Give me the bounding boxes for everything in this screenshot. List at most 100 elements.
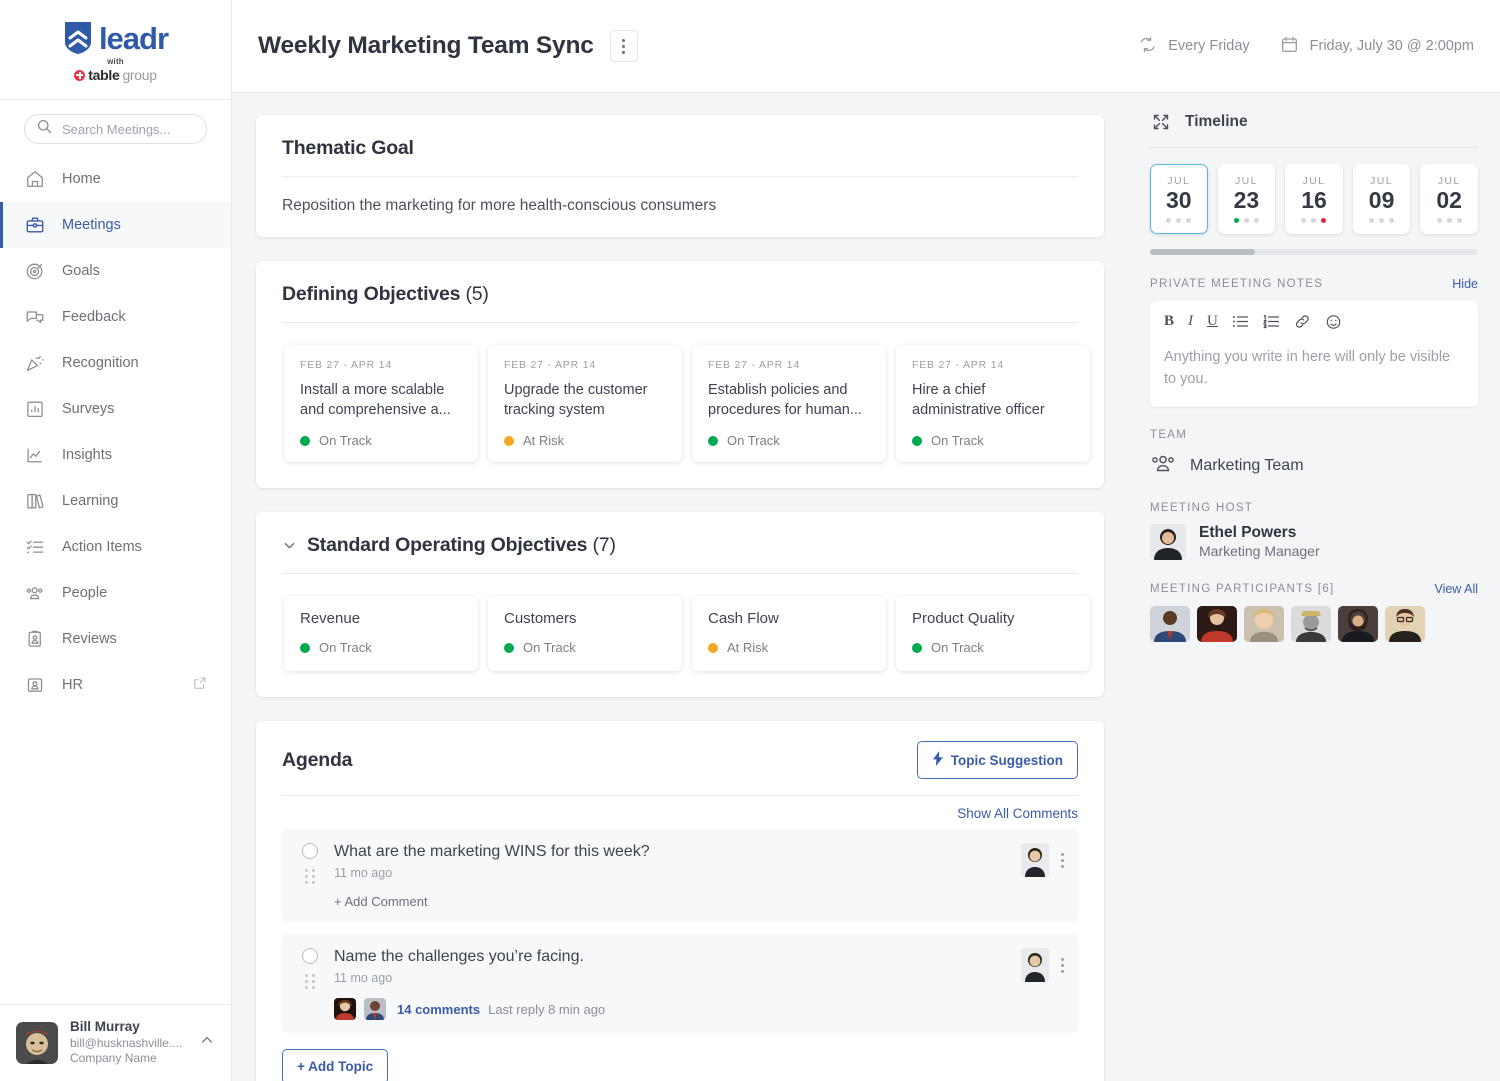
commenter-avatar (364, 998, 386, 1020)
topbar: Weekly Marketing Team Sync Every Friday (232, 0, 1500, 93)
avatar[interactable] (1150, 606, 1190, 642)
add-comment-link[interactable]: + Add Comment (334, 894, 1011, 909)
link-icon[interactable] (1294, 314, 1311, 329)
search-box[interactable] (24, 114, 207, 144)
timeline-scrollbar[interactable] (1150, 249, 1478, 255)
timeline-month: JUL (1235, 175, 1258, 187)
avatar[interactable] (1385, 606, 1425, 642)
timeline-dates[interactable]: JUL 30 JUL 23 JUL 16 JU (1150, 164, 1478, 234)
sidebar-item-recognition[interactable]: Recognition (0, 340, 231, 386)
objective-date: FEB 27 - APR 14 (708, 359, 870, 371)
timeline-month: JUL (1167, 175, 1190, 187)
sidebar-item-feedback[interactable]: Feedback (0, 294, 231, 340)
user-profile[interactable]: Bill Murray bill@husknashville.... Compa… (0, 1004, 231, 1081)
soo-card[interactable]: Customers On Track (488, 596, 682, 671)
soo-card[interactable]: Revenue On Track (284, 596, 478, 671)
expand-icon[interactable] (1150, 111, 1172, 133)
meeting-host-label: MEETING HOST (1150, 502, 1478, 514)
view-all-participants-link[interactable]: View All (1434, 582, 1478, 596)
meeting-host-row[interactable]: Ethel Powers Marketing Manager (1150, 524, 1478, 560)
profile-text: Bill Murray bill@husknashville.... Compa… (70, 1019, 187, 1067)
chevron-down-icon[interactable] (282, 538, 297, 553)
add-topic-row: + Add Topic (256, 1045, 1104, 1081)
avatar[interactable] (1291, 606, 1331, 642)
notes-placeholder[interactable]: Anything you write in here will only be … (1164, 346, 1464, 391)
sidebar-item-hr[interactable]: HR (0, 662, 231, 708)
soo-header[interactable]: Standard Operating Objectives (7) (256, 512, 1104, 557)
status-dot-icon (300, 436, 310, 446)
objective-card[interactable]: FEB 27 - APR 14 Establish policies and p… (692, 345, 886, 462)
objective-card[interactable]: FEB 27 - APR 14 Upgrade the customer tra… (488, 345, 682, 462)
agenda-item[interactable]: Name the challenges you’re facing. 11 mo… (282, 934, 1078, 1033)
drag-handle-icon[interactable] (305, 974, 315, 989)
meeting-options-button[interactable] (610, 30, 638, 62)
objective-name: Install a more scalable and comprehensiv… (300, 380, 462, 420)
meeting-datetime[interactable]: Friday, July 30 @ 2:00pm (1280, 35, 1474, 58)
show-all-comments-link[interactable]: Show All Comments (957, 806, 1078, 821)
underline-icon[interactable]: U (1207, 313, 1218, 330)
private-notes-editor[interactable]: B I U (1150, 301, 1478, 407)
sidebar-item-insights[interactable]: Insights (0, 432, 231, 478)
timeline-date-card[interactable]: JUL 16 (1285, 164, 1343, 234)
search-input[interactable] (62, 122, 194, 137)
main-content: Thematic Goal Reposition the marketing f… (232, 93, 1128, 1081)
complete-checkbox[interactable] (302, 843, 318, 859)
objective-card[interactable]: FEB 27 - APR 14 Hire a chief administrat… (896, 345, 1090, 462)
bullet-list-icon[interactable] (1232, 314, 1249, 329)
sidebar-item-meetings[interactable]: Meetings (0, 202, 231, 248)
soo-list[interactable]: Revenue On Track Customers On Track (256, 574, 1104, 697)
avatar[interactable] (1197, 606, 1237, 642)
status-badge: On Track (504, 640, 666, 655)
agenda-item-time: 11 mo ago (334, 971, 1011, 985)
bold-icon[interactable]: B (1164, 313, 1174, 330)
timeline-date-card[interactable]: JUL 09 (1353, 164, 1411, 234)
agenda-item[interactable]: What are the marketing WINS for this wee… (282, 829, 1078, 922)
sidebar-item-learning[interactable]: Learning (0, 478, 231, 524)
avatar[interactable] (1244, 606, 1284, 642)
sidebar-item-people[interactable]: People (0, 570, 231, 616)
objective-name: Upgrade the customer tracking system (504, 380, 666, 420)
defining-objectives-label: Defining Objectives (282, 283, 460, 305)
comments-count-link[interactable]: 14 comments (397, 1002, 480, 1017)
show-all-comments-row: Show All Comments (256, 796, 1104, 823)
agenda-list: What are the marketing WINS for this wee… (256, 823, 1104, 1033)
sidebar-item-home[interactable]: Home (0, 156, 231, 202)
topic-suggestion-button[interactable]: Topic Suggestion (917, 741, 1078, 779)
sidebar-item-reviews[interactable]: Reviews (0, 616, 231, 662)
sidebar-item-action-items[interactable]: Action Items (0, 524, 231, 570)
timeline-date-card[interactable]: JUL 30 (1150, 164, 1208, 234)
status-dot-icon (708, 643, 718, 653)
sidebar-item-surveys[interactable]: Surveys (0, 386, 231, 432)
soo-count: (7) (593, 534, 616, 556)
drag-handle-icon[interactable] (305, 869, 315, 884)
timeline-date-card[interactable]: JUL 23 (1218, 164, 1276, 234)
avatar[interactable] (1338, 606, 1378, 642)
defining-objectives-header: Defining Objectives (5) (256, 261, 1104, 323)
objective-date: FEB 27 - APR 14 (912, 359, 1074, 371)
agenda-card: Agenda Topic Suggestion Show All Comment… (256, 721, 1104, 1081)
soo-card[interactable]: Cash Flow At Risk (692, 596, 886, 671)
body-row: Thematic Goal Reposition the marketing f… (232, 93, 1500, 1081)
agenda-item-options-button[interactable] (1061, 948, 1064, 982)
chevron-up-icon[interactable] (199, 1032, 215, 1053)
recurrence[interactable]: Every Friday (1138, 35, 1249, 58)
timeline-date-card[interactable]: JUL 02 (1420, 164, 1478, 234)
defining-objectives-list[interactable]: FEB 27 - APR 14 Install a more scalable … (256, 323, 1104, 488)
complete-checkbox[interactable] (302, 948, 318, 964)
logo[interactable]: leadr with tablegroup (0, 0, 231, 100)
sidebar-item-goals[interactable]: Goals (0, 248, 231, 294)
agenda-item-right (1021, 843, 1064, 909)
objective-card[interactable]: FEB 27 - APR 14 Install a more scalable … (284, 345, 478, 462)
italic-icon[interactable]: I (1188, 313, 1193, 330)
add-topic-button[interactable]: + Add Topic (282, 1049, 388, 1081)
numbered-list-icon[interactable] (1263, 314, 1280, 329)
team-row[interactable]: Marketing Team (1150, 453, 1478, 480)
agenda-item-options-button[interactable] (1061, 843, 1064, 877)
emoji-icon[interactable] (1325, 314, 1342, 330)
books-icon (24, 490, 46, 512)
hide-notes-link[interactable]: Hide (1452, 277, 1478, 291)
soo-card[interactable]: Product Quality On Track (896, 596, 1090, 671)
status-text: On Track (931, 640, 984, 655)
avatar (16, 1022, 58, 1064)
agenda-item-text: What are the marketing WINS for this wee… (334, 843, 1011, 861)
